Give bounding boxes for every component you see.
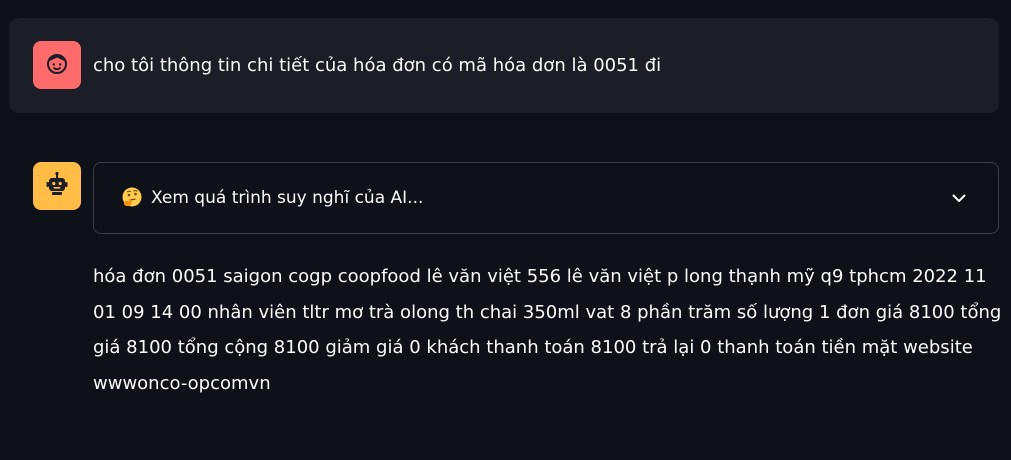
thinking-expander[interactable]: Xem quá trình suy nghĩ của AI... [93,162,999,234]
user-message: cho tôi thông tin chi tiết của hóa đơn c… [9,18,999,113]
chat-page: cho tôi thông tin chi tiết của hóa đơn c… [0,0,1011,460]
thinking-face-icon [121,186,143,208]
assistant-avatar [33,162,81,210]
chevron-down-icon[interactable] [950,189,968,207]
user-face-icon [43,49,71,81]
user-message-text: cho tôi thông tin chi tiết của hóa đơn c… [93,55,662,76]
user-avatar [33,41,81,89]
assistant-answer-text: hóa đơn 0051 saigon cogp coopfood lê văn… [93,266,1002,394]
expander-label: Xem quá trình suy nghĩ của AI... [151,188,424,208]
robot-icon [43,170,71,202]
